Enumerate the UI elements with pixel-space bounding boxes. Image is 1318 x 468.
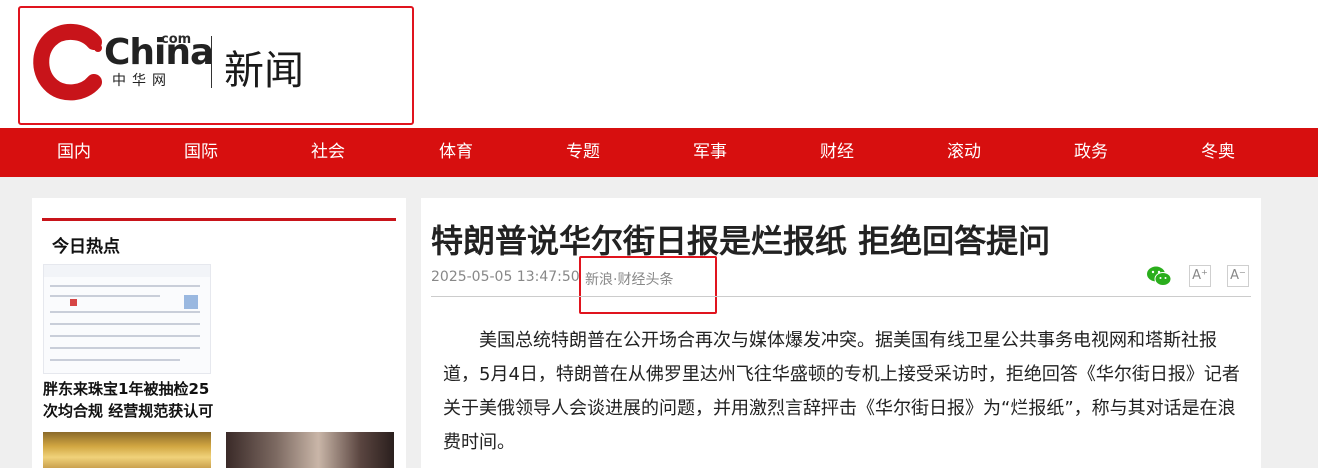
hot-news-sidebar: 今日热点 胖东来珠宝1年被抽检25次均合规 经营规范获认可 [32,198,406,468]
font-decrease-button[interactable]: A⁻ [1227,265,1249,287]
thumbnail-mark [184,295,198,309]
wechat-icon[interactable] [1146,264,1172,288]
logo-china-text: China [104,32,214,73]
nav-item-finance[interactable]: 财经 [820,128,854,177]
logo-cn-text: 中华网 [112,73,172,89]
article-date: 2025-05-05 13:47:50 [431,269,580,285]
nav-item-military[interactable]: 军事 [693,128,727,177]
thumbnail-line [50,347,200,349]
nav-item-international[interactable]: 国际 [184,128,218,177]
logo-divider [211,36,212,88]
thumbnail-header [44,265,210,277]
nav-item-sports[interactable]: 体育 [439,128,473,177]
article-divider [431,296,1251,297]
thumbnail-line [50,359,180,361]
hot-news-thumbnail[interactable] [226,432,394,468]
sidebar-top-rule [42,218,396,221]
font-increase-button[interactable]: A⁺ [1189,265,1211,287]
nav-item-rolling[interactable]: 滚动 [947,128,981,177]
article-main: 特朗普说华尔街日报是烂报纸 拒绝回答提问 2025-05-05 13:47:50… [421,198,1261,468]
hot-news-thumbnail[interactable] [43,264,211,374]
nav-item-winter-olympics[interactable]: 冬奥 [1201,128,1235,177]
nav-item-domestic[interactable]: 国内 [57,128,91,177]
site-header: China com 中华网 新闻 [0,0,1318,128]
source-highlight-box [579,256,717,314]
nav-item-topics[interactable]: 专题 [566,128,600,177]
logo-com-text: com [161,32,192,47]
thumbnail-line [50,285,200,287]
section-name: 新闻 [224,48,304,94]
logo-highlight-box[interactable]: China com 中华网 新闻 [18,6,414,125]
thumbnail-line [50,335,200,337]
hot-news-caption[interactable]: 胖东来珠宝1年被抽检25次均合规 经营规范获认可 [43,378,218,422]
nav-item-society[interactable]: 社会 [311,128,345,177]
main-nav: 国内 国际 社会 体育 专题 军事 财经 滚动 政务 冬奥 [0,128,1318,177]
nav-item-government[interactable]: 政务 [1074,128,1108,177]
china-com-logo-icon [33,24,102,101]
thumbnail-line [50,311,200,313]
sidebar-title: 今日热点 [52,237,120,257]
thumbnail-line [50,295,160,297]
thumbnail-line [50,323,200,325]
article-body: 美国总统特朗普在公开场合再次与媒体爆发冲突。据美国有线卫星公共事务电视网和塔斯社… [443,330,1240,453]
thumbnail-mark [70,299,77,306]
article-title: 特朗普说华尔街日报是烂报纸 拒绝回答提问 [431,222,1051,260]
hot-news-thumbnail[interactable] [43,432,211,468]
